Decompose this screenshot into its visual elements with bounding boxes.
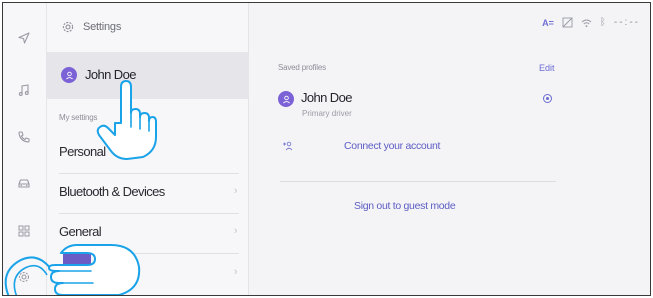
user-icon	[282, 95, 290, 103]
edit-button[interactable]: Edit	[539, 63, 555, 73]
current-profile-role: Primary driver	[302, 109, 352, 118]
chevron-right-icon: ›	[233, 185, 238, 197]
divider	[59, 173, 239, 174]
sign-out-guest-button[interactable]: Sign out to guest mode	[354, 200, 456, 212]
my-settings-label: My settings	[59, 113, 98, 122]
car-icon[interactable]	[13, 172, 35, 194]
no-signal-icon	[562, 17, 573, 28]
text-size-icon[interactable]: A=	[542, 18, 554, 28]
wifi-icon	[581, 19, 592, 27]
phone-icon[interactable]	[13, 126, 35, 148]
saved-profiles-label: Saved profiles	[278, 63, 326, 72]
tap-hand-icon	[4, 244, 141, 295]
settings-header: Settings	[61, 20, 121, 34]
menu-item-bluetooth[interactable]: Bluetooth & Devices ›	[59, 184, 241, 199]
profiles-panel: A= ᛒ --:-- Saved profiles Edit John Doe …	[249, 3, 650, 295]
gear-icon	[62, 21, 74, 33]
avatar	[278, 91, 294, 107]
settings-title: Settings	[83, 21, 122, 33]
connect-account-button[interactable]: Connect your account	[344, 140, 440, 152]
add-user-icon	[282, 141, 294, 154]
menu-item-label: Bluetooth & Devices	[59, 184, 165, 199]
music-icon[interactable]	[13, 79, 35, 101]
chevron-right-icon: ›	[233, 266, 238, 278]
profile-selected-radio[interactable]	[543, 94, 552, 103]
bluetooth-icon: ᛒ	[599, 17, 606, 28]
app-window: Settings John Doe My settings Personal B…	[2, 2, 651, 296]
current-profile-name[interactable]: John Doe	[301, 90, 352, 105]
navigation-icon[interactable]	[13, 27, 35, 49]
divider	[280, 181, 556, 182]
avatar	[61, 67, 77, 83]
status-bar: A= ᛒ --:--	[542, 17, 640, 28]
clock: --:--	[613, 17, 640, 28]
chevron-right-icon: ›	[233, 225, 238, 237]
divider	[59, 213, 239, 214]
pointing-hand-icon	[96, 80, 157, 160]
user-icon	[65, 71, 73, 79]
